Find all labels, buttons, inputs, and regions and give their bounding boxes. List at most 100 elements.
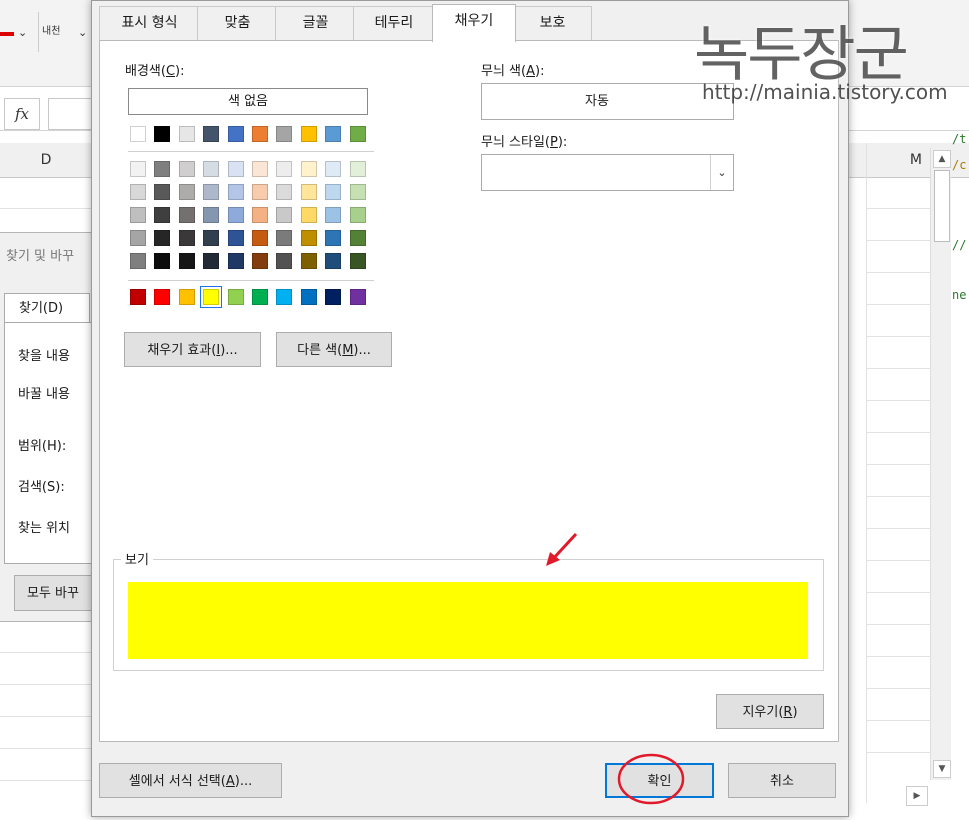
color-swatch[interactable] bbox=[154, 126, 171, 142]
color-swatch[interactable] bbox=[252, 184, 268, 200]
color-swatch[interactable] bbox=[227, 126, 244, 142]
tab-alignment[interactable]: 맞춤 bbox=[197, 6, 278, 40]
color-swatch[interactable] bbox=[227, 161, 244, 177]
color-swatch[interactable] bbox=[130, 126, 146, 142]
color-swatch[interactable] bbox=[349, 207, 366, 223]
cancel-button[interactable]: 취소 bbox=[728, 763, 836, 798]
color-swatch[interactable] bbox=[325, 207, 342, 223]
color-swatch[interactable] bbox=[349, 289, 366, 305]
color-swatch[interactable] bbox=[252, 207, 268, 223]
color-swatch[interactable] bbox=[300, 289, 317, 305]
color-swatch[interactable] bbox=[200, 286, 223, 308]
ribbon-small-label[interactable]: 내천 bbox=[42, 22, 60, 37]
chevron-down-icon[interactable]: ⌄ bbox=[18, 26, 27, 39]
column-header-d[interactable]: D bbox=[0, 143, 92, 177]
color-swatch[interactable] bbox=[349, 230, 366, 246]
color-swatch[interactable] bbox=[154, 230, 171, 246]
color-swatch[interactable] bbox=[276, 161, 293, 177]
color-swatch[interactable] bbox=[227, 207, 244, 223]
color-swatch[interactable] bbox=[178, 289, 195, 305]
chevron-down-icon[interactable]: ⌄ bbox=[710, 155, 733, 190]
color-swatch[interactable] bbox=[325, 230, 342, 246]
color-swatch[interactable] bbox=[203, 253, 220, 269]
color-swatch[interactable] bbox=[349, 253, 366, 269]
replace-all-button[interactable]: 모두 바꾸 bbox=[14, 575, 100, 611]
pick-from-cell-button[interactable]: 셀에서 서식 선택(A)... bbox=[99, 763, 282, 798]
color-swatch[interactable] bbox=[130, 230, 146, 246]
pattern-style-dropdown[interactable]: ⌄ bbox=[481, 154, 734, 191]
color-swatch[interactable] bbox=[178, 126, 195, 142]
color-swatch[interactable] bbox=[325, 126, 342, 142]
scroll-right-icon[interactable]: ▶ bbox=[906, 786, 928, 806]
color-swatch[interactable] bbox=[178, 253, 195, 269]
color-swatch[interactable] bbox=[325, 289, 342, 305]
tab-protection[interactable]: 보호 bbox=[513, 6, 592, 40]
scroll-thumb[interactable] bbox=[934, 170, 950, 242]
clear-button[interactable]: 지우기(R) bbox=[716, 694, 824, 729]
color-swatch[interactable] bbox=[154, 161, 171, 177]
color-swatch[interactable] bbox=[154, 184, 171, 200]
tab-fill[interactable]: 채우기 bbox=[432, 4, 516, 42]
color-swatch[interactable] bbox=[130, 207, 146, 223]
color-swatch[interactable] bbox=[203, 184, 220, 200]
column-header-m[interactable]: M bbox=[868, 143, 928, 177]
insert-function-icon[interactable]: fx bbox=[4, 98, 40, 130]
color-swatch[interactable] bbox=[178, 230, 195, 246]
color-swatch[interactable] bbox=[203, 230, 220, 246]
color-swatch[interactable] bbox=[130, 184, 146, 200]
tab-find[interactable]: 찾기(D) bbox=[4, 293, 90, 323]
color-swatch[interactable] bbox=[154, 207, 171, 223]
color-swatch[interactable] bbox=[154, 253, 171, 269]
color-swatch[interactable] bbox=[252, 253, 268, 269]
color-swatch[interactable] bbox=[276, 207, 293, 223]
color-swatch[interactable] bbox=[227, 184, 244, 200]
color-swatch[interactable] bbox=[130, 253, 146, 269]
chevron-down-icon[interactable]: ⌄ bbox=[78, 26, 87, 39]
color-swatch[interactable] bbox=[300, 253, 317, 269]
color-swatch[interactable] bbox=[300, 184, 317, 200]
color-swatch[interactable] bbox=[300, 207, 317, 223]
tab-font[interactable]: 글꼴 bbox=[275, 6, 356, 40]
color-swatch[interactable] bbox=[178, 161, 195, 177]
color-swatch[interactable] bbox=[252, 161, 268, 177]
color-swatch[interactable] bbox=[300, 230, 317, 246]
color-swatch[interactable] bbox=[276, 253, 293, 269]
color-swatch[interactable] bbox=[130, 161, 146, 177]
color-swatch[interactable] bbox=[178, 184, 195, 200]
no-color-button[interactable]: 색 없음 bbox=[128, 88, 368, 115]
color-swatch[interactable] bbox=[154, 289, 171, 305]
color-swatch[interactable] bbox=[178, 207, 195, 223]
color-swatch[interactable] bbox=[227, 230, 244, 246]
color-swatch[interactable] bbox=[227, 289, 244, 305]
formula-input[interactable] bbox=[48, 98, 94, 130]
color-swatch[interactable] bbox=[300, 161, 317, 177]
tab-border[interactable]: 테두리 bbox=[353, 6, 435, 40]
scroll-up-icon[interactable]: ▲ bbox=[933, 150, 951, 168]
color-swatch[interactable] bbox=[276, 126, 293, 142]
color-swatch[interactable] bbox=[325, 161, 342, 177]
color-swatch[interactable] bbox=[203, 207, 220, 223]
font-color-indicator[interactable] bbox=[0, 32, 14, 36]
color-swatch[interactable] bbox=[276, 184, 293, 200]
more-colors-button[interactable]: 다른 색(M)... bbox=[276, 332, 392, 367]
color-swatch[interactable] bbox=[203, 126, 220, 142]
look-in-label: 찾는 위치 bbox=[18, 521, 70, 536]
color-swatch[interactable] bbox=[349, 161, 366, 177]
color-swatch[interactable] bbox=[252, 289, 268, 305]
color-swatch[interactable] bbox=[252, 126, 268, 142]
color-swatch[interactable] bbox=[325, 253, 342, 269]
color-swatch[interactable] bbox=[325, 184, 342, 200]
color-swatch[interactable] bbox=[349, 126, 366, 142]
color-swatch[interactable] bbox=[276, 289, 293, 305]
color-swatch[interactable] bbox=[276, 230, 293, 246]
vertical-scrollbar[interactable]: ▲ ▼ bbox=[930, 148, 951, 780]
color-swatch[interactable] bbox=[300, 126, 317, 142]
color-swatch[interactable] bbox=[203, 161, 220, 177]
fill-effects-button[interactable]: 채우기 효과(I)... bbox=[124, 332, 261, 367]
color-swatch[interactable] bbox=[130, 289, 146, 305]
color-swatch[interactable] bbox=[227, 253, 244, 269]
color-swatch[interactable] bbox=[349, 184, 366, 200]
scroll-down-icon[interactable]: ▼ bbox=[933, 760, 951, 778]
tab-number[interactable]: 표시 형식 bbox=[99, 6, 200, 40]
color-swatch[interactable] bbox=[252, 230, 268, 246]
